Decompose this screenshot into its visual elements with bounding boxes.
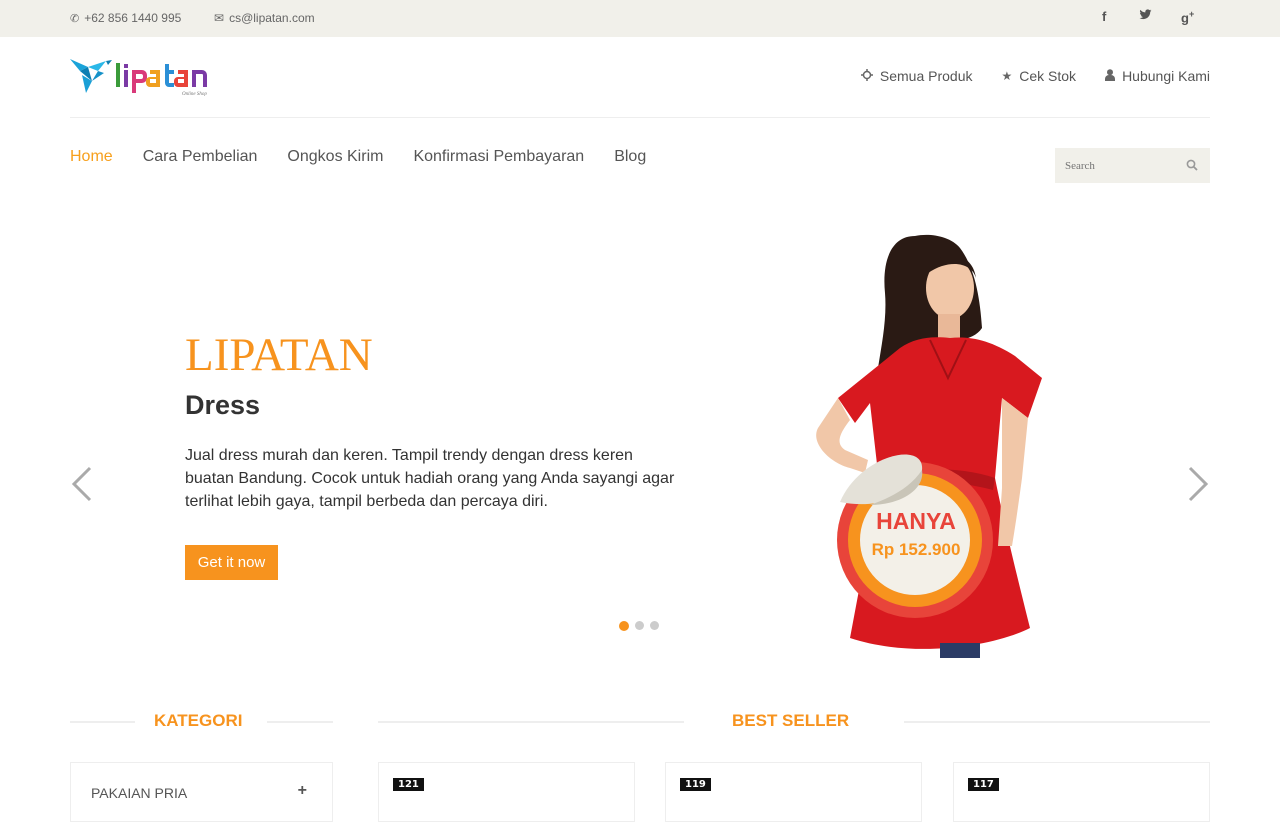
site-header: Online Shop Semua Produk ★ Cek Stok Hubu… [70,37,1210,118]
slider-dots [619,620,659,631]
contact-us-link[interactable]: Hubungi Kami [1105,68,1210,84]
slide-description: Jual dress murah dan keren. Tampil trend… [185,447,675,510]
badge-label: HANYA [876,508,956,534]
top-bar: ✆ +62 856 1440 995 ✉ cs@lipatan.com f g+ [0,0,1280,37]
main-nav: Home Cara Pembelian Ongkos Kirim Konfirm… [70,148,646,166]
kategori-line-left [70,721,135,723]
facebook-icon[interactable]: f [1102,9,1106,24]
product-badge: 117 [968,778,999,791]
nav-cara-pembelian[interactable]: Cara Pembelian [143,148,258,166]
crosshair-icon [860,68,873,84]
next-slide-arrow[interactable] [1186,466,1210,502]
kategori-line-right [267,721,333,723]
price-badge: HANYA Rp 152.900 [830,450,1000,620]
site-logo[interactable]: Online Shop [70,57,215,99]
check-stock-link[interactable]: ★ Cek Stok [1001,68,1076,84]
all-products-label: Semua Produk [879,68,973,84]
search-box [1055,148,1210,183]
badge-price: Rp 152.900 [871,540,961,559]
best-seller-heading: BEST SELLER [732,711,850,730]
nav-blog[interactable]: Blog [614,148,646,166]
search-input[interactable] [1055,148,1175,183]
check-stock-label: Cek Stok [1019,68,1077,84]
slide-dot-3[interactable] [650,621,659,630]
slide-subtitle: Dress [185,390,261,420]
email-contact[interactable]: ✉ cs@lipatan.com [214,11,315,25]
product-card[interactable]: 119 [665,762,922,822]
slide-dot-2[interactable] [635,621,644,630]
expand-plus-icon[interactable]: + [298,782,307,800]
phone-contact: ✆ +62 856 1440 995 [70,11,181,25]
email-address[interactable]: cs@lipatan.com [229,11,315,25]
contact-us-label: Hubungi Kami [1122,68,1210,84]
nav-home[interactable]: Home [70,148,113,166]
product-badge: 121 [393,778,424,791]
all-products-link[interactable]: Semua Produk [860,68,973,84]
svg-text:Online Shop: Online Shop [182,92,207,97]
header-links: Semua Produk ★ Cek Stok Hubungi Kami [860,68,1210,84]
category-item-pakaian-pria[interactable]: PAKAIAN PRIA [91,785,187,801]
product-card[interactable]: 121 [378,762,635,822]
product-card[interactable]: 117 [953,762,1210,822]
phone-number: +62 856 1440 995 [84,11,182,25]
best-seller-line-right [904,721,1210,723]
slide-title: LIPATAN [185,329,373,381]
slide-dot-1[interactable] [619,620,629,631]
nav-konfirmasi-pembayaran[interactable]: Konfirmasi Pembayaran [413,148,584,166]
google-plus-icon[interactable]: g+ [1181,9,1194,25]
search-icon[interactable] [1186,158,1200,172]
prev-slide-arrow[interactable] [70,466,94,502]
best-seller-line-left [378,721,684,723]
user-icon [1105,68,1116,84]
kategori-heading: KATEGORI [154,711,243,730]
category-list: PAKAIAN PRIA + [70,762,333,822]
envelope-icon: ✉ [214,11,225,25]
phone-icon: ✆ [70,12,80,25]
get-it-now-button[interactable]: Get it now [185,545,278,580]
product-badge: 119 [680,778,711,791]
star-icon: ★ [1001,69,1013,83]
nav-ongkos-kirim[interactable]: Ongkos Kirim [287,148,383,166]
twitter-icon[interactable] [1139,9,1152,24]
